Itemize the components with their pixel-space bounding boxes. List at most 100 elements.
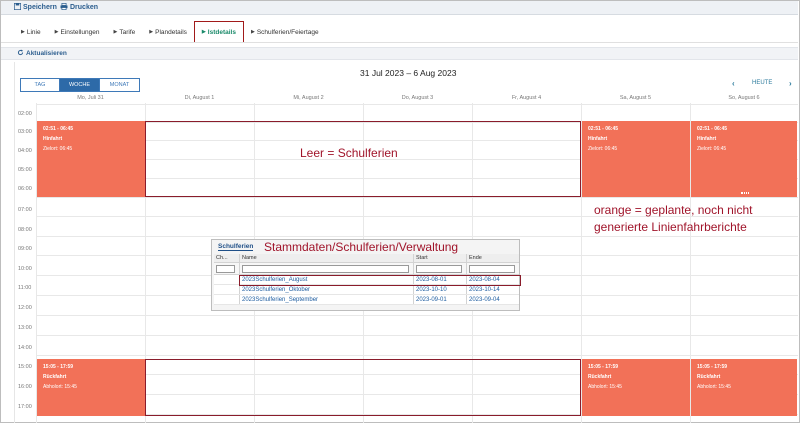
row-check-cell[interactable] (214, 295, 240, 304)
filter-cell (240, 263, 414, 274)
row-end: 2023-10-14 (469, 286, 500, 293)
panel-title[interactable]: Schulferien (218, 243, 254, 251)
event-detail: Abholort: 15:45 (588, 384, 622, 390)
event-detail: Abholort: 15:45 (697, 384, 731, 390)
hour-label: 11:00 (18, 285, 32, 291)
table-row[interactable]: 2023Schulferien_Oktober 2023-10-10 2023-… (214, 285, 519, 295)
tab-schulferien-feiertage[interactable]: ▶ Schulferien/Feiertage (244, 21, 326, 43)
next-week-button[interactable]: › (789, 79, 792, 88)
chevron-right-icon: ▶ (54, 29, 59, 35)
calendar-event[interactable]: 15:05 - 17:59 Rückfahrt Abholort: 15:45 (582, 359, 690, 416)
day-header: So, August 6 (728, 95, 760, 101)
day-header: Do, August 3 (401, 95, 434, 101)
row-highlight (239, 275, 521, 286)
event-title: Hinfahrt (588, 136, 608, 142)
save-button[interactable]: Speichern (14, 3, 57, 12)
grid-line (36, 355, 798, 356)
filter-row (214, 263, 519, 275)
day-header: Di, August 1 (184, 95, 215, 101)
print-label: Drucken (70, 4, 99, 11)
row-check-cell[interactable] (214, 285, 240, 294)
filter-cell (467, 263, 519, 274)
tab-istdetails[interactable]: ▶ Istdetails (193, 21, 244, 43)
hour-label: 08:00 (18, 227, 32, 233)
calendar-event[interactable]: 15:05 - 17:59 Rückfahrt Abholort: 15:45 (691, 359, 797, 416)
previous-week-button[interactable]: ‹ (732, 79, 735, 88)
chevron-right-icon: ▶ (149, 29, 154, 35)
event-title: Hinfahrt (697, 136, 717, 142)
grid-line (36, 236, 798, 237)
today-button[interactable]: HEUTE (752, 80, 772, 86)
event-detail: Zielort: 06:45 (588, 146, 618, 152)
chevron-right-icon: ▶ (113, 29, 118, 35)
hour-label: 15:00 (18, 364, 32, 370)
tab-label: Schulferien/Feiertage (256, 28, 319, 36)
row-start: 2023-10-10 (414, 285, 467, 294)
filter-cell (414, 263, 467, 274)
top-toolbar (1, 1, 798, 15)
event-detail: Zielort: 06:45 (43, 146, 73, 152)
filter-input-end[interactable] (469, 264, 515, 273)
calendar-event[interactable]: 02:51 - 06:45 Hinfahrt Zielort: 06:45 (582, 121, 690, 197)
event-time: 02:51 - 06:45 (697, 126, 728, 132)
column-header-name[interactable]: Name (240, 254, 414, 262)
grid-line (36, 315, 798, 316)
event-title: Hinfahrt (43, 136, 63, 142)
row-check-cell[interactable] (214, 275, 240, 284)
hour-label: 17:00 (18, 404, 32, 410)
filter-input-start[interactable] (416, 264, 462, 273)
event-time: 15:05 - 17:59 (697, 364, 728, 370)
chevron-right-icon: ▶ (21, 29, 25, 35)
day-header: Sa, August 5 (619, 95, 652, 101)
refresh-button[interactable]: Aktualisieren (17, 49, 67, 58)
tab-einstellungen[interactable]: ▶ Einstellungen (48, 21, 107, 43)
view-month-button[interactable]: MONAT (100, 78, 140, 92)
hour-label: 05:00 (18, 167, 32, 173)
calendar-event[interactable]: 02:51 - 06:45 Hinfahrt Zielort: 06:45 (37, 121, 145, 197)
hour-label: 09:00 (18, 246, 32, 252)
hour-label: 12:00 (18, 305, 32, 311)
tab-label: Plandetails (155, 28, 187, 36)
hour-label: 10:00 (18, 266, 32, 272)
event-title: Rückfahrt (43, 374, 67, 380)
tab-plandetails[interactable]: ▶ Plandetails (142, 21, 194, 43)
hour-label: 14:00 (18, 345, 32, 351)
event-time: 15:05 - 17:59 (588, 364, 619, 370)
event-time: 15:05 - 17:59 (43, 364, 74, 370)
column-header-check[interactable]: Ch... (214, 254, 240, 262)
calendar-event[interactable]: 15:05 - 17:59 Rückfahrt Abholort: 15:45 (37, 359, 145, 416)
save-icon (14, 3, 21, 12)
refresh-icon (17, 49, 24, 58)
row-start: 2023-09-01 (414, 295, 467, 304)
row-name: 2023Schulferien_September (240, 295, 414, 304)
section-bar (1, 47, 798, 60)
calendar-event[interactable]: 02:51 - 06:45 Hinfahrt Zielort: 06:45 (691, 121, 797, 197)
view-day-button[interactable]: TAG (20, 78, 60, 92)
resize-handle[interactable] (741, 192, 749, 194)
column-header-start[interactable]: Start (414, 254, 467, 262)
tab-linie[interactable]: ▶ Linie (14, 21, 48, 43)
save-label: Speichern (23, 4, 57, 11)
chevron-right-icon: ▶ (201, 29, 206, 35)
annotation-path: Stammdaten/Schulferien/Verwaltung (264, 240, 459, 254)
day-header: Fr, August 4 (511, 95, 542, 101)
empty-slot-highlight (145, 359, 581, 416)
filter-input-check[interactable] (216, 264, 235, 273)
grid-line (36, 104, 798, 105)
hour-label: 02:00 (18, 111, 32, 117)
day-header: Mi, August 2 (293, 95, 324, 101)
tab-label: Tarife (119, 28, 136, 36)
print-button[interactable]: Drucken (60, 3, 98, 12)
column-header-end[interactable]: Ende (467, 254, 519, 262)
grid-line (36, 335, 798, 336)
tab-tarife[interactable]: ▶ Tarife (106, 21, 142, 43)
filter-input-name[interactable] (242, 264, 409, 273)
hour-label: 06:00 (18, 186, 32, 192)
view-week-button[interactable]: WOCHE (60, 78, 100, 92)
event-detail: Zielort: 06:45 (697, 146, 727, 152)
view-switcher: TAG WOCHE MONAT (20, 78, 140, 92)
grid-header: Ch... Name Start Ende (214, 254, 519, 263)
tab-label: Linie (26, 28, 41, 36)
annotation-empty: Leer = Schulferien (300, 146, 398, 160)
table-row[interactable]: 2023Schulferien_September 2023-09-01 202… (214, 295, 519, 305)
